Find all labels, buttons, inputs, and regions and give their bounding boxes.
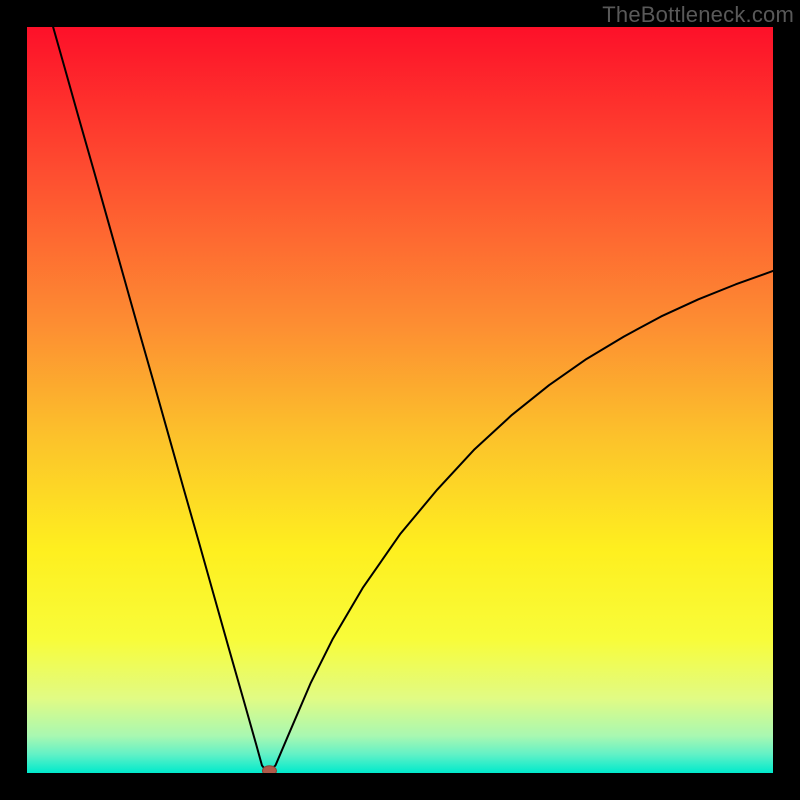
plot-background: [27, 27, 773, 773]
optimum-marker: [262, 766, 276, 773]
bottleneck-plot: [27, 27, 773, 773]
outer-frame: TheBottleneck.com: [0, 0, 800, 800]
watermark-text: TheBottleneck.com: [602, 2, 794, 28]
